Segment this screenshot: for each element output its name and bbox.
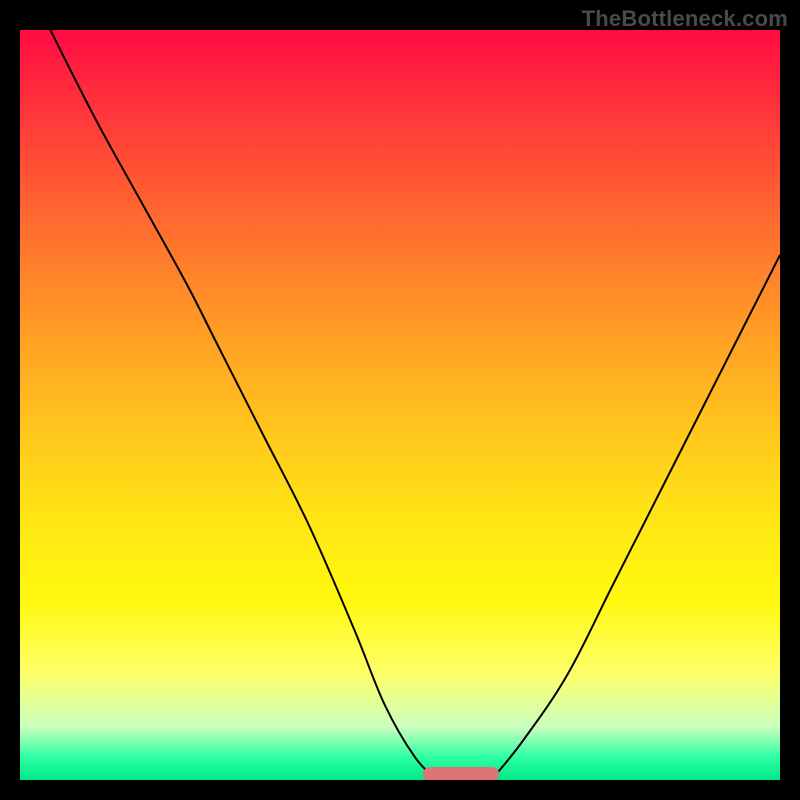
watermark-text: TheBottleneck.com [582, 6, 788, 32]
chart-frame: TheBottleneck.com [0, 0, 800, 800]
curve-left [50, 30, 438, 780]
plot-area [20, 30, 780, 780]
bottleneck-curve [20, 30, 780, 780]
curve-right [491, 255, 780, 780]
optimum-marker [423, 767, 499, 780]
